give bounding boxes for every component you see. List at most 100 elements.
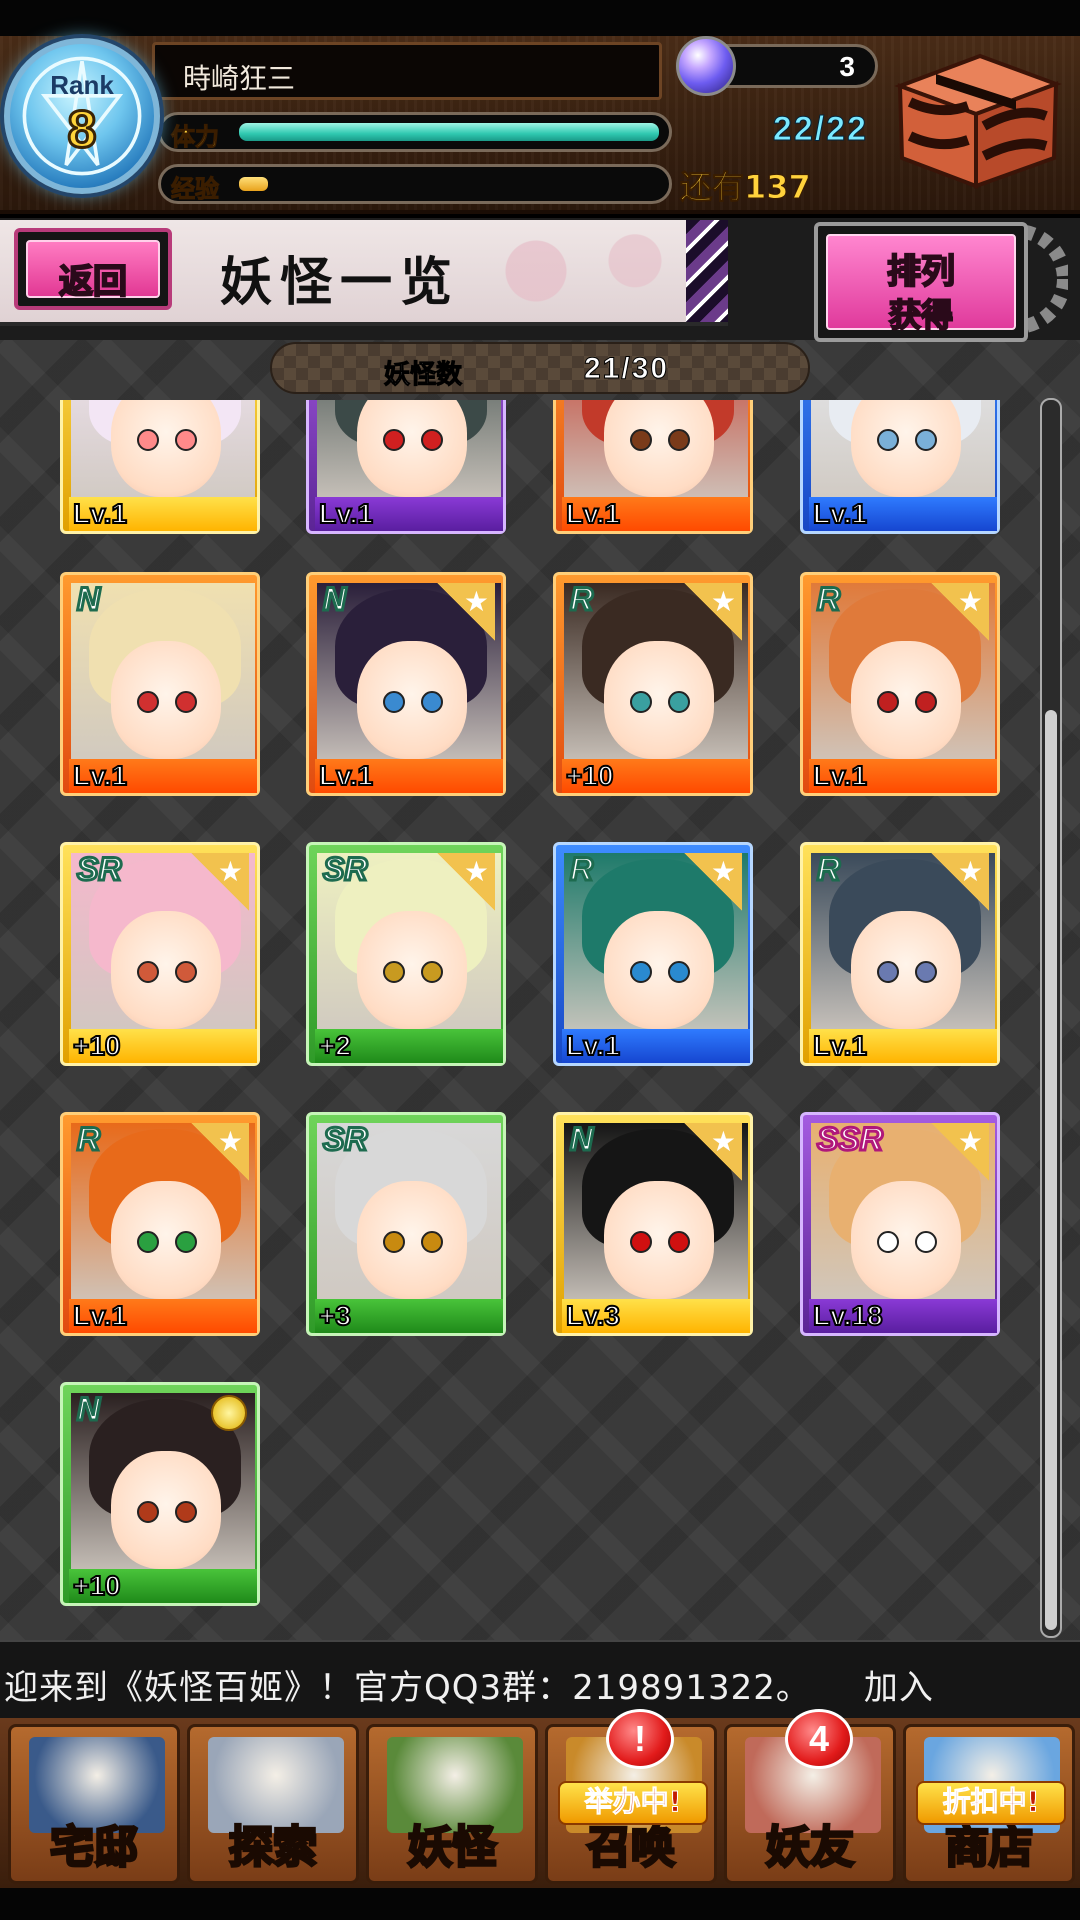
rarity-badge: SR <box>75 850 122 889</box>
portrait-eye <box>175 961 197 983</box>
player-name: 時崎狂三 <box>183 62 296 95</box>
announcement-marquee: 迎来到《妖怪百姬》！官方QQ3群：219891322。 加入 <box>0 1640 1080 1718</box>
level-label: +3 <box>315 1299 503 1333</box>
portrait-face <box>357 641 467 759</box>
star-glyph: ★ <box>463 585 489 618</box>
favorite-star-icon[interactable]: ★ <box>684 853 742 911</box>
youkai-card[interactable]: ★ SR +2 <box>306 842 506 1066</box>
youkai-card[interactable]: N +10 <box>49 1371 271 1617</box>
bottom-strip <box>0 1888 1080 1920</box>
portrait-eye <box>175 1231 197 1253</box>
portrait-eye <box>915 691 937 713</box>
favorite-star-icon[interactable]: ★ <box>684 1123 742 1181</box>
rank-badge[interactable]: Rank 8 <box>4 38 160 194</box>
youkai-card[interactable]: ★ N Lv.3 <box>553 1112 753 1336</box>
youkai-card[interactable]: Lv.1 <box>800 400 1000 534</box>
rarity-badge: SR <box>321 1120 368 1159</box>
star-glyph: ★ <box>217 1125 243 1158</box>
nav-button[interactable]: 宅邸 <box>8 1724 180 1884</box>
level-label: Lv.1 <box>809 1029 997 1063</box>
youkai-portrait <box>811 400 995 511</box>
level-label: +10 <box>69 1029 257 1063</box>
sort-button-face: 排列 获得 <box>826 234 1016 335</box>
nav-label: 妖怪 <box>407 1821 498 1875</box>
favorite-star-icon[interactable]: ★ <box>931 583 989 641</box>
back-button-face: 返回 <box>26 240 160 303</box>
star-glyph: ★ <box>957 585 983 618</box>
nav-button[interactable]: 4 妖友 <box>724 1709 896 1884</box>
sort-button[interactable]: 排列 获得 <box>814 222 1028 342</box>
favorite-star-icon[interactable]: ★ <box>931 853 989 911</box>
portrait-face <box>851 1181 961 1299</box>
portrait-eye <box>877 1231 899 1253</box>
youkai-card[interactable]: ★ R Lv.1 <box>60 1112 260 1336</box>
present-box-icon[interactable] <box>880 46 1070 196</box>
portrait-eye <box>668 691 690 713</box>
level-label: Lv.1 <box>69 497 257 531</box>
portrait-eye <box>630 429 652 451</box>
status-bar <box>0 0 1080 36</box>
youkai-card[interactable]: Lv.1 <box>60 400 260 534</box>
nav-label: 探索 <box>228 1821 319 1875</box>
favorite-star-icon[interactable]: ★ <box>931 1123 989 1181</box>
portrait-face <box>111 1451 221 1569</box>
portrait-eye <box>630 1231 652 1253</box>
nav-button[interactable]: 举办中!! 召唤 <box>545 1709 717 1884</box>
portrait-face <box>357 1181 467 1299</box>
youkai-card[interactable]: N Lv.1 <box>60 572 260 796</box>
favorite-star-icon[interactable]: ★ <box>437 853 495 911</box>
favorite-star-icon[interactable]: ★ <box>684 583 742 641</box>
youkai-card[interactable]: SR +3 <box>306 1112 506 1336</box>
rarity-badge: SSR <box>816 1120 885 1159</box>
portrait-eye <box>175 1501 197 1523</box>
scrollbar-thumb[interactable] <box>1045 710 1057 1630</box>
portrait-eye <box>383 429 405 451</box>
portrait-face <box>111 1181 221 1299</box>
youkai-card[interactable]: ★ SSR Lv.18 <box>789 1101 1011 1347</box>
portrait-face <box>357 911 467 1029</box>
nav-label: 妖友 <box>765 1821 856 1875</box>
favorite-star-icon[interactable]: ★ <box>437 583 495 641</box>
favorite-star-icon[interactable]: ★ <box>191 853 249 911</box>
level-label: Lv.1 <box>315 759 503 793</box>
portrait-face <box>604 911 714 1029</box>
portrait-eye <box>877 691 899 713</box>
ribbon-stripes <box>686 220 728 322</box>
level-label: Lv.1 <box>562 1029 750 1063</box>
youkai-grid[interactable]: Lv.1 Lv.1 Lv.1 Lv.1 N Lv.1 ★ N Lv.1 ★ R +10 ★ R Lv.1 ★ S… <box>0 400 1030 1640</box>
youkai-card[interactable]: ★ R Lv.1 <box>800 842 1000 1066</box>
youkai-portrait <box>564 400 748 511</box>
portrait-eye <box>175 691 197 713</box>
nav-button[interactable]: 探索 <box>187 1724 359 1884</box>
youkai-card[interactable]: ★ N Lv.1 <box>306 572 506 796</box>
nav-event-banner: 举办中! <box>558 1781 708 1825</box>
level-label: Lv.1 <box>809 759 997 793</box>
scrollbar[interactable] <box>1040 398 1062 1638</box>
level-label: +10 <box>562 759 750 793</box>
back-button[interactable]: 返回 <box>14 228 172 310</box>
portrait-eye <box>915 961 937 983</box>
portrait-face <box>357 400 467 497</box>
youkai-card[interactable]: ★ SR +10 <box>60 842 260 1066</box>
youkai-card[interactable]: ★ R Lv.1 <box>800 572 1000 796</box>
youkai-card[interactable]: ★ R +10 <box>553 572 753 796</box>
portrait-face <box>111 400 221 497</box>
youkai-card[interactable]: Lv.1 <box>553 400 753 534</box>
youkai-card[interactable]: ★ R Lv.1 <box>553 842 753 1066</box>
portrait-eye <box>137 961 159 983</box>
player-name-box: 時崎狂三 <box>152 42 662 100</box>
rank-label: Rank <box>50 70 114 100</box>
flower-pattern <box>470 220 690 322</box>
exp-bar: 经验 <box>158 164 672 204</box>
stamina-fill <box>239 123 659 141</box>
level-label: Lv.1 <box>69 759 257 793</box>
portrait-face <box>851 641 961 759</box>
nav-button[interactable]: 折扣中! 商店 <box>903 1724 1075 1884</box>
favorite-star-icon[interactable]: ★ <box>191 1123 249 1181</box>
youkai-card[interactable]: Lv.1 <box>306 400 506 534</box>
star-glyph: ★ <box>957 1125 983 1158</box>
rarity-badge: N <box>568 1120 594 1159</box>
nav-button[interactable]: 妖怪 <box>366 1724 538 1884</box>
rarity-badge: R <box>815 580 841 619</box>
rarity-badge: R <box>75 1120 101 1159</box>
